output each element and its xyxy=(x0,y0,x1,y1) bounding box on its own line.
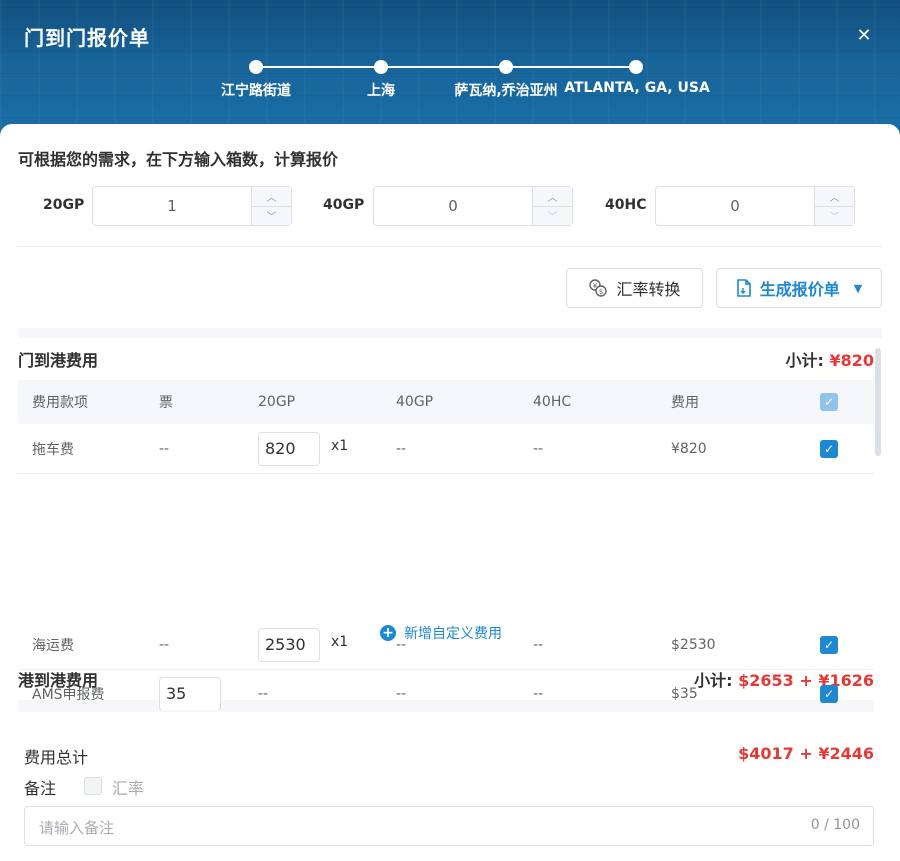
exchange-rate-label: 汇率转换 xyxy=(616,280,681,299)
quote-dialog: 门到门报价单 ✕ 江宁路街道 上海 萨瓦纳,乔治亚州 ATLANTA, GA, … xyxy=(0,0,900,861)
fee-amount: $2530 xyxy=(671,636,716,653)
currency-exchange-icon: $ ¥ xyxy=(589,279,608,297)
select-all-checkbox[interactable]: ✓ xyxy=(820,393,838,411)
fee-amount: ¥820 xyxy=(671,440,707,457)
qty-label-40gp: 40GP xyxy=(323,197,365,213)
fee-40gp: -- xyxy=(396,440,407,457)
chevron-up-icon[interactable]: ︿ xyxy=(815,187,854,206)
chevron-down-icon[interactable]: ﹀ xyxy=(252,205,291,225)
exchange-rate-checkbox-label: 汇率 xyxy=(112,779,145,798)
qty-stepper-20gp[interactable]: 1 ︿ ﹀ xyxy=(92,186,292,226)
fee-20gp-input[interactable]: 820 xyxy=(258,431,320,466)
quantity-hint: 可根据您的需求，在下方输入箱数，计算报价 xyxy=(18,150,339,169)
col-40hc: 40HC xyxy=(533,394,572,410)
fee-ticket-input[interactable]: 35 xyxy=(159,677,221,710)
route-dot-1 xyxy=(249,60,263,74)
total-value: $4017 + ¥2446 xyxy=(738,744,874,763)
generate-quote-button[interactable]: 生成报价单 ▼ xyxy=(716,268,882,308)
fee-40hc: -- xyxy=(533,440,544,457)
chevron-down-icon[interactable]: ﹀ xyxy=(815,205,854,225)
table-row: AMS申报费 35 -- -- -- $35 ✓ xyxy=(18,670,874,710)
subtotal-label: 小计: xyxy=(785,351,824,370)
col-20gp: 20GP xyxy=(258,394,296,410)
table-row: 海运费 -- 2530 x1 -- -- $2530 ✓ xyxy=(18,620,874,670)
route-dot-2 xyxy=(374,60,388,74)
col-fee: 费用 xyxy=(671,395,699,411)
exchange-rate-checkbox[interactable] xyxy=(84,777,102,795)
section-title-door-port: 门到港费用 xyxy=(18,351,99,370)
scrollbar[interactable] xyxy=(875,348,881,456)
caret-down-icon: ▼ xyxy=(853,281,863,295)
fee-multiplier: x1 xyxy=(331,634,349,650)
fee-20gp-input[interactable]: 2530 xyxy=(258,627,320,662)
route-dot-4 xyxy=(629,60,643,74)
route-stop-destination: ATLANTA, GA, USA xyxy=(564,80,710,96)
chevron-up-icon[interactable]: ︿ xyxy=(252,187,291,206)
dialog-body: 可根据您的需求，在下方输入箱数，计算报价 20GP 1 ︿ ﹀ 40GP 0 ︿… xyxy=(0,124,900,861)
fee-amount: $35 xyxy=(671,686,698,702)
fee-40gp: -- xyxy=(396,686,407,702)
table-header: 费用款项 票 20GP 40GP 40HC 费用 ✓ xyxy=(18,380,874,424)
col-fee-item: 费用款项 xyxy=(32,395,88,411)
subtotal-value: ¥820 xyxy=(829,351,874,370)
route-stop-port-of-discharge: 萨瓦纳,乔治亚州 xyxy=(454,83,558,99)
close-icon[interactable]: ✕ xyxy=(852,24,876,48)
col-40gp: 40GP xyxy=(396,394,434,410)
fee-40gp: -- xyxy=(396,636,407,653)
svg-text:¥: ¥ xyxy=(593,282,598,290)
document-icon xyxy=(736,279,751,297)
exchange-rate-button[interactable]: $ ¥ 汇率转换 xyxy=(566,268,703,308)
fee-name: 拖车费 xyxy=(32,441,74,458)
chevron-up-icon[interactable]: ︿ xyxy=(533,187,572,206)
section-band xyxy=(18,328,882,338)
remark-char-count: 0 / 100 xyxy=(810,817,860,833)
dialog-title: 门到门报价单 xyxy=(24,26,150,50)
qty-value-40gp[interactable]: 0 xyxy=(374,187,532,225)
divider xyxy=(18,246,882,247)
route-dot-3 xyxy=(499,60,513,74)
table-row: 拖车费 -- 820 x1 -- -- ¥820 ✓ xyxy=(18,424,874,474)
fee-ticket: -- xyxy=(159,636,170,653)
dialog-header: 门到门报价单 ✕ 江宁路街道 上海 萨瓦纳,乔治亚州 ATLANTA, GA, … xyxy=(0,0,900,140)
qty-stepper-40hc[interactable]: 0 ︿ ﹀ xyxy=(655,186,855,226)
qty-label-40hc: 40HC xyxy=(605,197,647,213)
fee-ticket: -- xyxy=(159,440,170,457)
qty-label-20gp: 20GP xyxy=(43,197,85,213)
remark-label: 备注 xyxy=(24,779,57,798)
route-stop-origin: 江宁路街道 xyxy=(221,83,291,99)
fee-40hc: -- xyxy=(533,686,544,702)
fee-20gp: -- xyxy=(258,686,269,702)
row-checkbox[interactable]: ✓ xyxy=(820,439,838,458)
generate-quote-label: 生成报价单 xyxy=(759,280,840,299)
fees-table-door-port: 费用款项 票 20GP 40GP 40HC 费用 ✓ 拖车费 -- 820 x1… xyxy=(18,380,874,474)
subtotal-door-port: 小计: ¥820 xyxy=(785,347,874,371)
remark-input[interactable]: 请输入备注 0 / 100 xyxy=(24,806,874,846)
svg-text:$: $ xyxy=(599,288,603,296)
total-label: 费用总计 xyxy=(24,748,89,767)
row-checkbox[interactable]: ✓ xyxy=(820,685,838,703)
fee-name: AMS申报费 xyxy=(32,687,105,703)
remark-placeholder: 请输入备注 xyxy=(39,819,115,837)
fee-multiplier: x1 xyxy=(331,438,349,454)
chevron-down-icon[interactable]: ﹀ xyxy=(533,205,572,225)
fee-40hc: -- xyxy=(533,636,544,653)
fees-table-port-port-rows: 海运费 -- 2530 x1 -- -- $2530 ✓ AMS申报费 35 -… xyxy=(18,620,874,710)
route-stop-port-of-loading: 上海 xyxy=(367,83,395,99)
route-line xyxy=(256,66,636,68)
col-ticket: 票 xyxy=(159,395,173,411)
fee-name: 海运费 xyxy=(32,637,74,654)
qty-value-40hc[interactable]: 0 xyxy=(656,187,814,225)
qty-stepper-40gp[interactable]: 0 ︿ ﹀ xyxy=(373,186,573,226)
row-checkbox[interactable]: ✓ xyxy=(820,635,838,654)
qty-value-20gp[interactable]: 1 xyxy=(93,187,251,225)
